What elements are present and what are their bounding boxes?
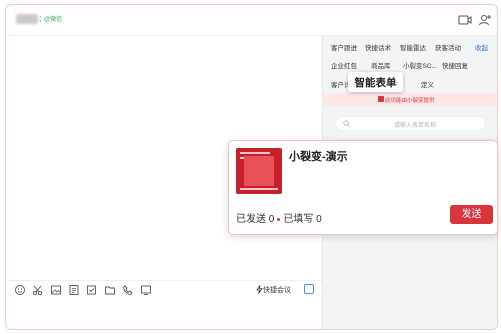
filled-count: 已填写 0 <box>283 214 322 225</box>
tab-acquisition-activity[interactable]: 获客活动 <box>435 42 461 52</box>
tab-smart-radar[interactable]: 智能雷达 <box>400 42 426 52</box>
file-icon[interactable] <box>68 284 80 296</box>
wechat-tag: @微信 <box>44 17 63 23</box>
send-button[interactable]: 发送 <box>450 205 493 224</box>
tab-xiaoliebian-sc[interactable]: 小裂变SC... <box>403 60 437 70</box>
sidebar-toggle-icon[interactable] <box>304 284 314 294</box>
tabs-row-1: 客户跟进 快捷话术 智能雷达 获客活动 收起 <box>323 42 497 60</box>
tab-enterprise-redpacket[interactable]: 企业红包 <box>331 60 357 70</box>
search-icon <box>343 120 350 127</box>
thumb-body <box>244 156 274 186</box>
contact-name-blurred[interactable] <box>16 14 38 24</box>
image-icon[interactable] <box>50 284 62 296</box>
form-card[interactable]: 小裂变-演示 已发送 0 已填写 0 发送 <box>228 140 498 235</box>
thumb-decoration <box>240 188 278 190</box>
collapse-button[interactable]: 收起 <box>475 42 488 52</box>
form-card-title: 小裂变-演示 <box>289 151 348 163</box>
lightning-icon <box>256 285 263 294</box>
search-placeholder: 请输入表单名称 <box>394 123 437 129</box>
thumb-decoration <box>240 152 270 154</box>
contact-separator: ; <box>39 13 42 23</box>
tab-quick-scripts[interactable]: 快捷话术 <box>365 42 391 52</box>
popup-title: 智能表单 <box>354 77 397 89</box>
form-search-input[interactable]: 请输入表单名称 <box>335 116 486 131</box>
smart-form-popup: 智能表单 <box>348 72 403 92</box>
quick-meeting-button[interactable]: 快捷会议 <box>263 285 291 295</box>
form-thumbnail <box>236 148 282 194</box>
emoji-icon[interactable] <box>14 284 26 296</box>
phone-icon[interactable] <box>122 284 134 296</box>
add-member-icon[interactable] <box>478 13 492 27</box>
composer-toolbar: 快捷会议 <box>6 280 322 299</box>
form-card-stats: 已发送 0 已填写 0 <box>236 210 322 225</box>
checklist-icon[interactable] <box>86 284 98 296</box>
tab-custom[interactable]: 定义 <box>421 79 434 89</box>
sent-count: 已发送 0 <box>236 214 275 225</box>
tab-customer-followup[interactable]: 客户跟进 <box>331 42 357 52</box>
provider-notice-text: 此功能由小裂变提供 <box>385 98 435 104</box>
provider-notice: 此功能由小裂变提供 <box>323 93 497 106</box>
stat-separator <box>277 217 281 221</box>
chat-header: ; @微信 <box>6 5 497 36</box>
tab-product-library[interactable]: 商品库 <box>371 60 391 70</box>
video-call-icon[interactable] <box>458 13 472 27</box>
folder-icon[interactable] <box>104 284 116 296</box>
scissors-icon[interactable] <box>32 284 44 296</box>
screen-share-icon[interactable] <box>140 284 152 296</box>
check-icon <box>378 96 384 102</box>
tab-quick-reply[interactable]: 快捷回复 <box>442 60 468 70</box>
